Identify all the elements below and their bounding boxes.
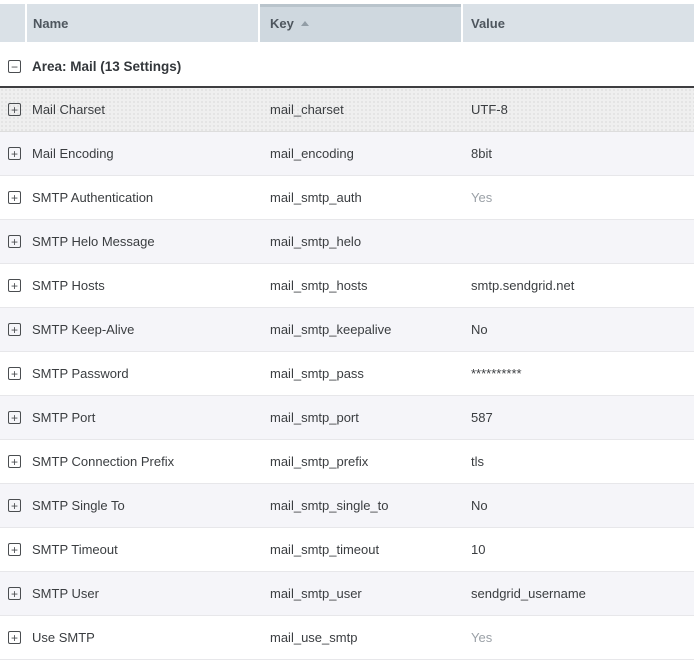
setting-name: SMTP Single To <box>27 498 260 513</box>
expand-icon[interactable]: + <box>8 411 21 424</box>
expand-icon[interactable]: + <box>8 367 21 380</box>
group-header-label: Area: Mail (13 Settings) <box>32 59 181 74</box>
setting-name: SMTP Port <box>27 410 260 425</box>
column-header-name-label: Name <box>33 16 68 31</box>
column-header-name[interactable]: Name <box>27 4 258 42</box>
setting-value: No <box>463 498 694 513</box>
row-icon-cell: + <box>0 367 27 380</box>
setting-name: SMTP Authentication <box>27 190 260 205</box>
setting-name: SMTP Helo Message <box>27 234 260 249</box>
setting-value: UTF-8 <box>463 102 694 117</box>
row-icon-cell: + <box>0 631 27 644</box>
setting-value: 587 <box>463 410 694 425</box>
collapse-icon[interactable]: − <box>8 60 21 73</box>
expand-icon[interactable]: + <box>8 499 21 512</box>
setting-name: SMTP Timeout <box>27 542 260 557</box>
table-row[interactable]: + SMTP Connection Prefix mail_smtp_prefi… <box>0 440 694 484</box>
setting-name: SMTP Hosts <box>27 278 260 293</box>
setting-key: mail_smtp_pass <box>260 366 463 381</box>
row-icon-cell: + <box>0 455 27 468</box>
expand-icon[interactable]: + <box>8 631 21 644</box>
table-row[interactable]: + SMTP Password mail_smtp_pass *********… <box>0 352 694 396</box>
expand-icon[interactable]: + <box>8 103 21 116</box>
expand-icon[interactable]: + <box>8 455 21 468</box>
expand-icon[interactable]: + <box>8 147 21 160</box>
column-header-key[interactable]: Key <box>260 4 461 42</box>
row-icon-cell: + <box>0 543 27 556</box>
setting-key: mail_smtp_user <box>260 586 463 601</box>
setting-key: mail_use_smtp <box>260 630 463 645</box>
table-body: + Mail Charset mail_charset UTF-8 + Mail… <box>0 88 694 660</box>
setting-key: mail_smtp_prefix <box>260 454 463 469</box>
setting-key: mail_smtp_timeout <box>260 542 463 557</box>
setting-name: SMTP Connection Prefix <box>27 454 260 469</box>
table-row[interactable]: + SMTP Port mail_smtp_port 587 <box>0 396 694 440</box>
column-header-value-label: Value <box>471 16 505 31</box>
setting-key: mail_smtp_helo <box>260 234 463 249</box>
table-row[interactable]: + SMTP Helo Message mail_smtp_helo <box>0 220 694 264</box>
row-icon-cell: + <box>0 411 27 424</box>
row-icon-cell: + <box>0 587 27 600</box>
setting-value: 8bit <box>463 146 694 161</box>
setting-name: Use SMTP <box>27 630 260 645</box>
row-icon-cell: + <box>0 279 27 292</box>
row-icon-cell: + <box>0 323 27 336</box>
expand-icon[interactable]: + <box>8 235 21 248</box>
setting-name: SMTP User <box>27 586 260 601</box>
setting-key: mail_smtp_keepalive <box>260 322 463 337</box>
setting-value: No <box>463 322 694 337</box>
group-header-row[interactable]: − Area: Mail (13 Settings) <box>0 46 694 88</box>
table-row[interactable]: + Mail Encoding mail_encoding 8bit <box>0 132 694 176</box>
setting-value: tls <box>463 454 694 469</box>
row-icon-cell: + <box>0 235 27 248</box>
setting-key: mail_charset <box>260 102 463 117</box>
row-icon-cell: + <box>0 147 27 160</box>
table-row[interactable]: + SMTP Authentication mail_smtp_auth Yes <box>0 176 694 220</box>
expand-icon[interactable]: + <box>8 191 21 204</box>
setting-name: SMTP Password <box>27 366 260 381</box>
expand-icon[interactable]: + <box>8 587 21 600</box>
setting-value: Yes <box>463 190 694 205</box>
setting-key: mail_smtp_port <box>260 410 463 425</box>
setting-key: mail_encoding <box>260 146 463 161</box>
table-row[interactable]: + SMTP Single To mail_smtp_single_to No <box>0 484 694 528</box>
setting-value: sendgrid_username <box>463 586 694 601</box>
header-spacer-cell <box>0 4 25 42</box>
setting-key: mail_smtp_auth <box>260 190 463 205</box>
row-icon-cell: + <box>0 499 27 512</box>
setting-value: 10 <box>463 542 694 557</box>
expand-icon[interactable]: + <box>8 543 21 556</box>
setting-key: mail_smtp_hosts <box>260 278 463 293</box>
expand-icon[interactable]: + <box>8 279 21 292</box>
table-row[interactable]: + Use SMTP mail_use_smtp Yes <box>0 616 694 660</box>
settings-table: Name Key Value − Area: Mail (13 Settings… <box>0 0 694 666</box>
setting-name: Mail Charset <box>27 102 260 117</box>
setting-key: mail_smtp_single_to <box>260 498 463 513</box>
table-row[interactable]: + SMTP User mail_smtp_user sendgrid_user… <box>0 572 694 616</box>
table-row[interactable]: + Mail Charset mail_charset UTF-8 <box>0 88 694 132</box>
setting-value: smtp.sendgrid.net <box>463 278 694 293</box>
table-header: Name Key Value <box>0 4 694 42</box>
table-row[interactable]: + SMTP Timeout mail_smtp_timeout 10 <box>0 528 694 572</box>
column-header-key-label: Key <box>270 16 294 31</box>
setting-name: Mail Encoding <box>27 146 260 161</box>
setting-value: Yes <box>463 630 694 645</box>
setting-value: ********** <box>463 366 694 381</box>
row-icon-cell: + <box>0 191 27 204</box>
table-row[interactable]: + SMTP Hosts mail_smtp_hosts smtp.sendgr… <box>0 264 694 308</box>
setting-name: SMTP Keep-Alive <box>27 322 260 337</box>
sort-ascending-icon <box>301 21 309 26</box>
expand-icon[interactable]: + <box>8 323 21 336</box>
row-icon-cell: + <box>0 103 27 116</box>
column-header-value[interactable]: Value <box>463 4 694 42</box>
table-row[interactable]: + SMTP Keep-Alive mail_smtp_keepalive No <box>0 308 694 352</box>
